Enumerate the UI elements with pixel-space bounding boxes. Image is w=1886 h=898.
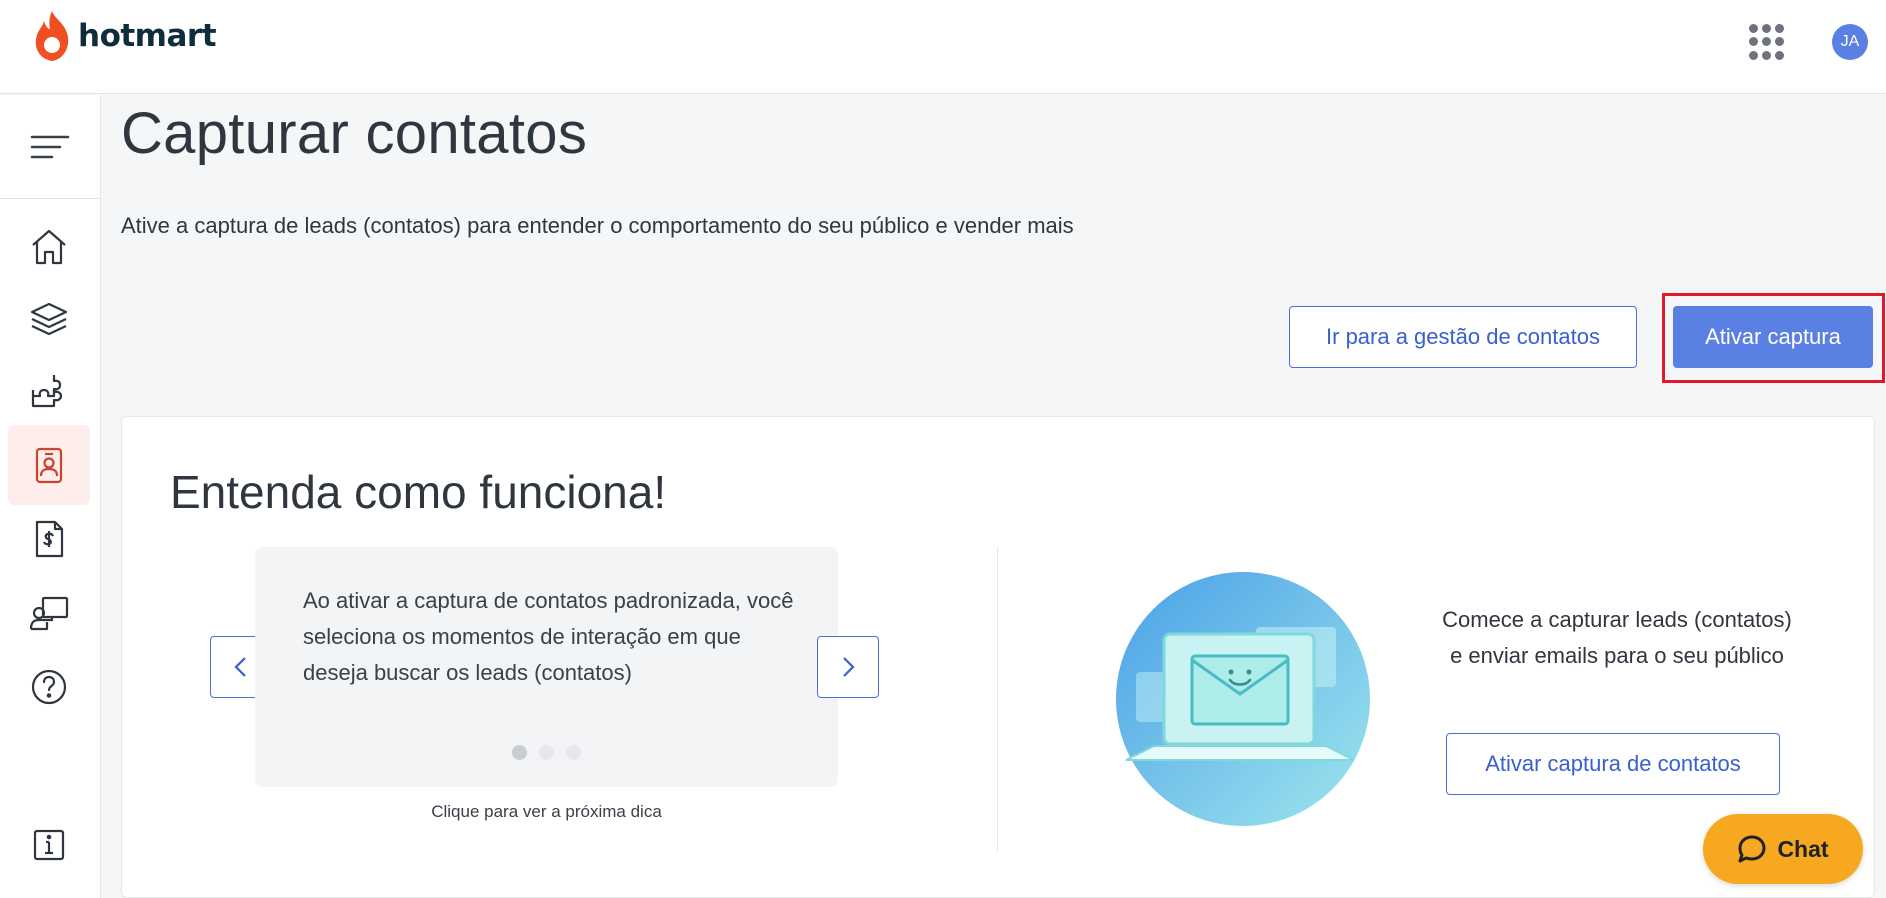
question-icon — [31, 669, 67, 705]
sidebar-item-contacts[interactable] — [8, 425, 90, 505]
hotmart-logo[interactable]: hotmart — [31, 9, 217, 63]
page-subtitle: Ative a captura de leads (contatos) para… — [121, 213, 1074, 238]
manage-contacts-button[interactable]: Ir para a gestão de contatos — [1289, 306, 1637, 368]
chat-label: Chat — [1777, 835, 1829, 862]
sidebar-item-info[interactable] — [8, 805, 90, 885]
presenter-board-icon — [29, 596, 69, 631]
sidebar — [0, 95, 101, 898]
carousel-dot-1[interactable] — [512, 745, 527, 760]
carousel-dot-3[interactable] — [566, 745, 581, 760]
card-divider — [997, 547, 998, 851]
hamburger-menu-icon — [30, 135, 70, 158]
apps-grid-icon[interactable] — [1749, 24, 1785, 60]
carousel-dot-2[interactable] — [539, 745, 554, 760]
sidebar-item-sales[interactable] — [8, 499, 90, 579]
chevron-right-icon — [843, 657, 855, 677]
sidebar-item-learning[interactable] — [8, 573, 90, 653]
tip-carousel[interactable]: Ao ativar a captura de contatos padroniz… — [255, 547, 838, 787]
contact-card-icon — [35, 447, 63, 484]
sidebar-item-help[interactable] — [8, 647, 90, 727]
user-avatar[interactable]: JA — [1832, 24, 1868, 60]
home-icon — [32, 229, 66, 265]
chat-button[interactable]: Chat — [1703, 814, 1863, 884]
invoice-dollar-icon — [35, 520, 64, 558]
chat-bubble-icon — [1738, 835, 1766, 863]
next-tip-button[interactable] — [817, 636, 879, 698]
activate-contacts-capture-button[interactable]: Ativar captura de contatos — [1446, 733, 1780, 795]
how-it-works-card: Entenda como funciona! Ao ativar a captu… — [121, 416, 1875, 898]
logo-text: hotmart — [78, 18, 217, 54]
carousel-dots — [512, 745, 581, 760]
tip-text: Ao ativar a captura de contatos padroniz… — [303, 588, 794, 685]
chevron-left-icon — [234, 657, 246, 677]
page-title: Capturar contatos — [121, 101, 588, 166]
puzzle-icon — [31, 375, 63, 408]
sidebar-item-products[interactable] — [8, 279, 90, 359]
top-header: hotmart JA — [0, 0, 1886, 94]
email-laptop-illustration — [1116, 572, 1370, 826]
flame-icon — [35, 11, 69, 61]
layers-icon — [30, 302, 68, 336]
card-title: Entenda como funciona! — [170, 466, 667, 518]
info-icon — [33, 829, 65, 861]
tip-hint: Clique para ver a próxima dica — [431, 802, 662, 821]
sidebar-item-home[interactable] — [8, 207, 90, 287]
sidebar-item-tools[interactable] — [8, 351, 90, 431]
activate-capture-button[interactable]: Ativar captura — [1673, 306, 1873, 368]
menu-toggle-button[interactable] — [0, 95, 100, 199]
cta-text: Comece a capturar leads (contatos) e env… — [1442, 607, 1792, 668]
